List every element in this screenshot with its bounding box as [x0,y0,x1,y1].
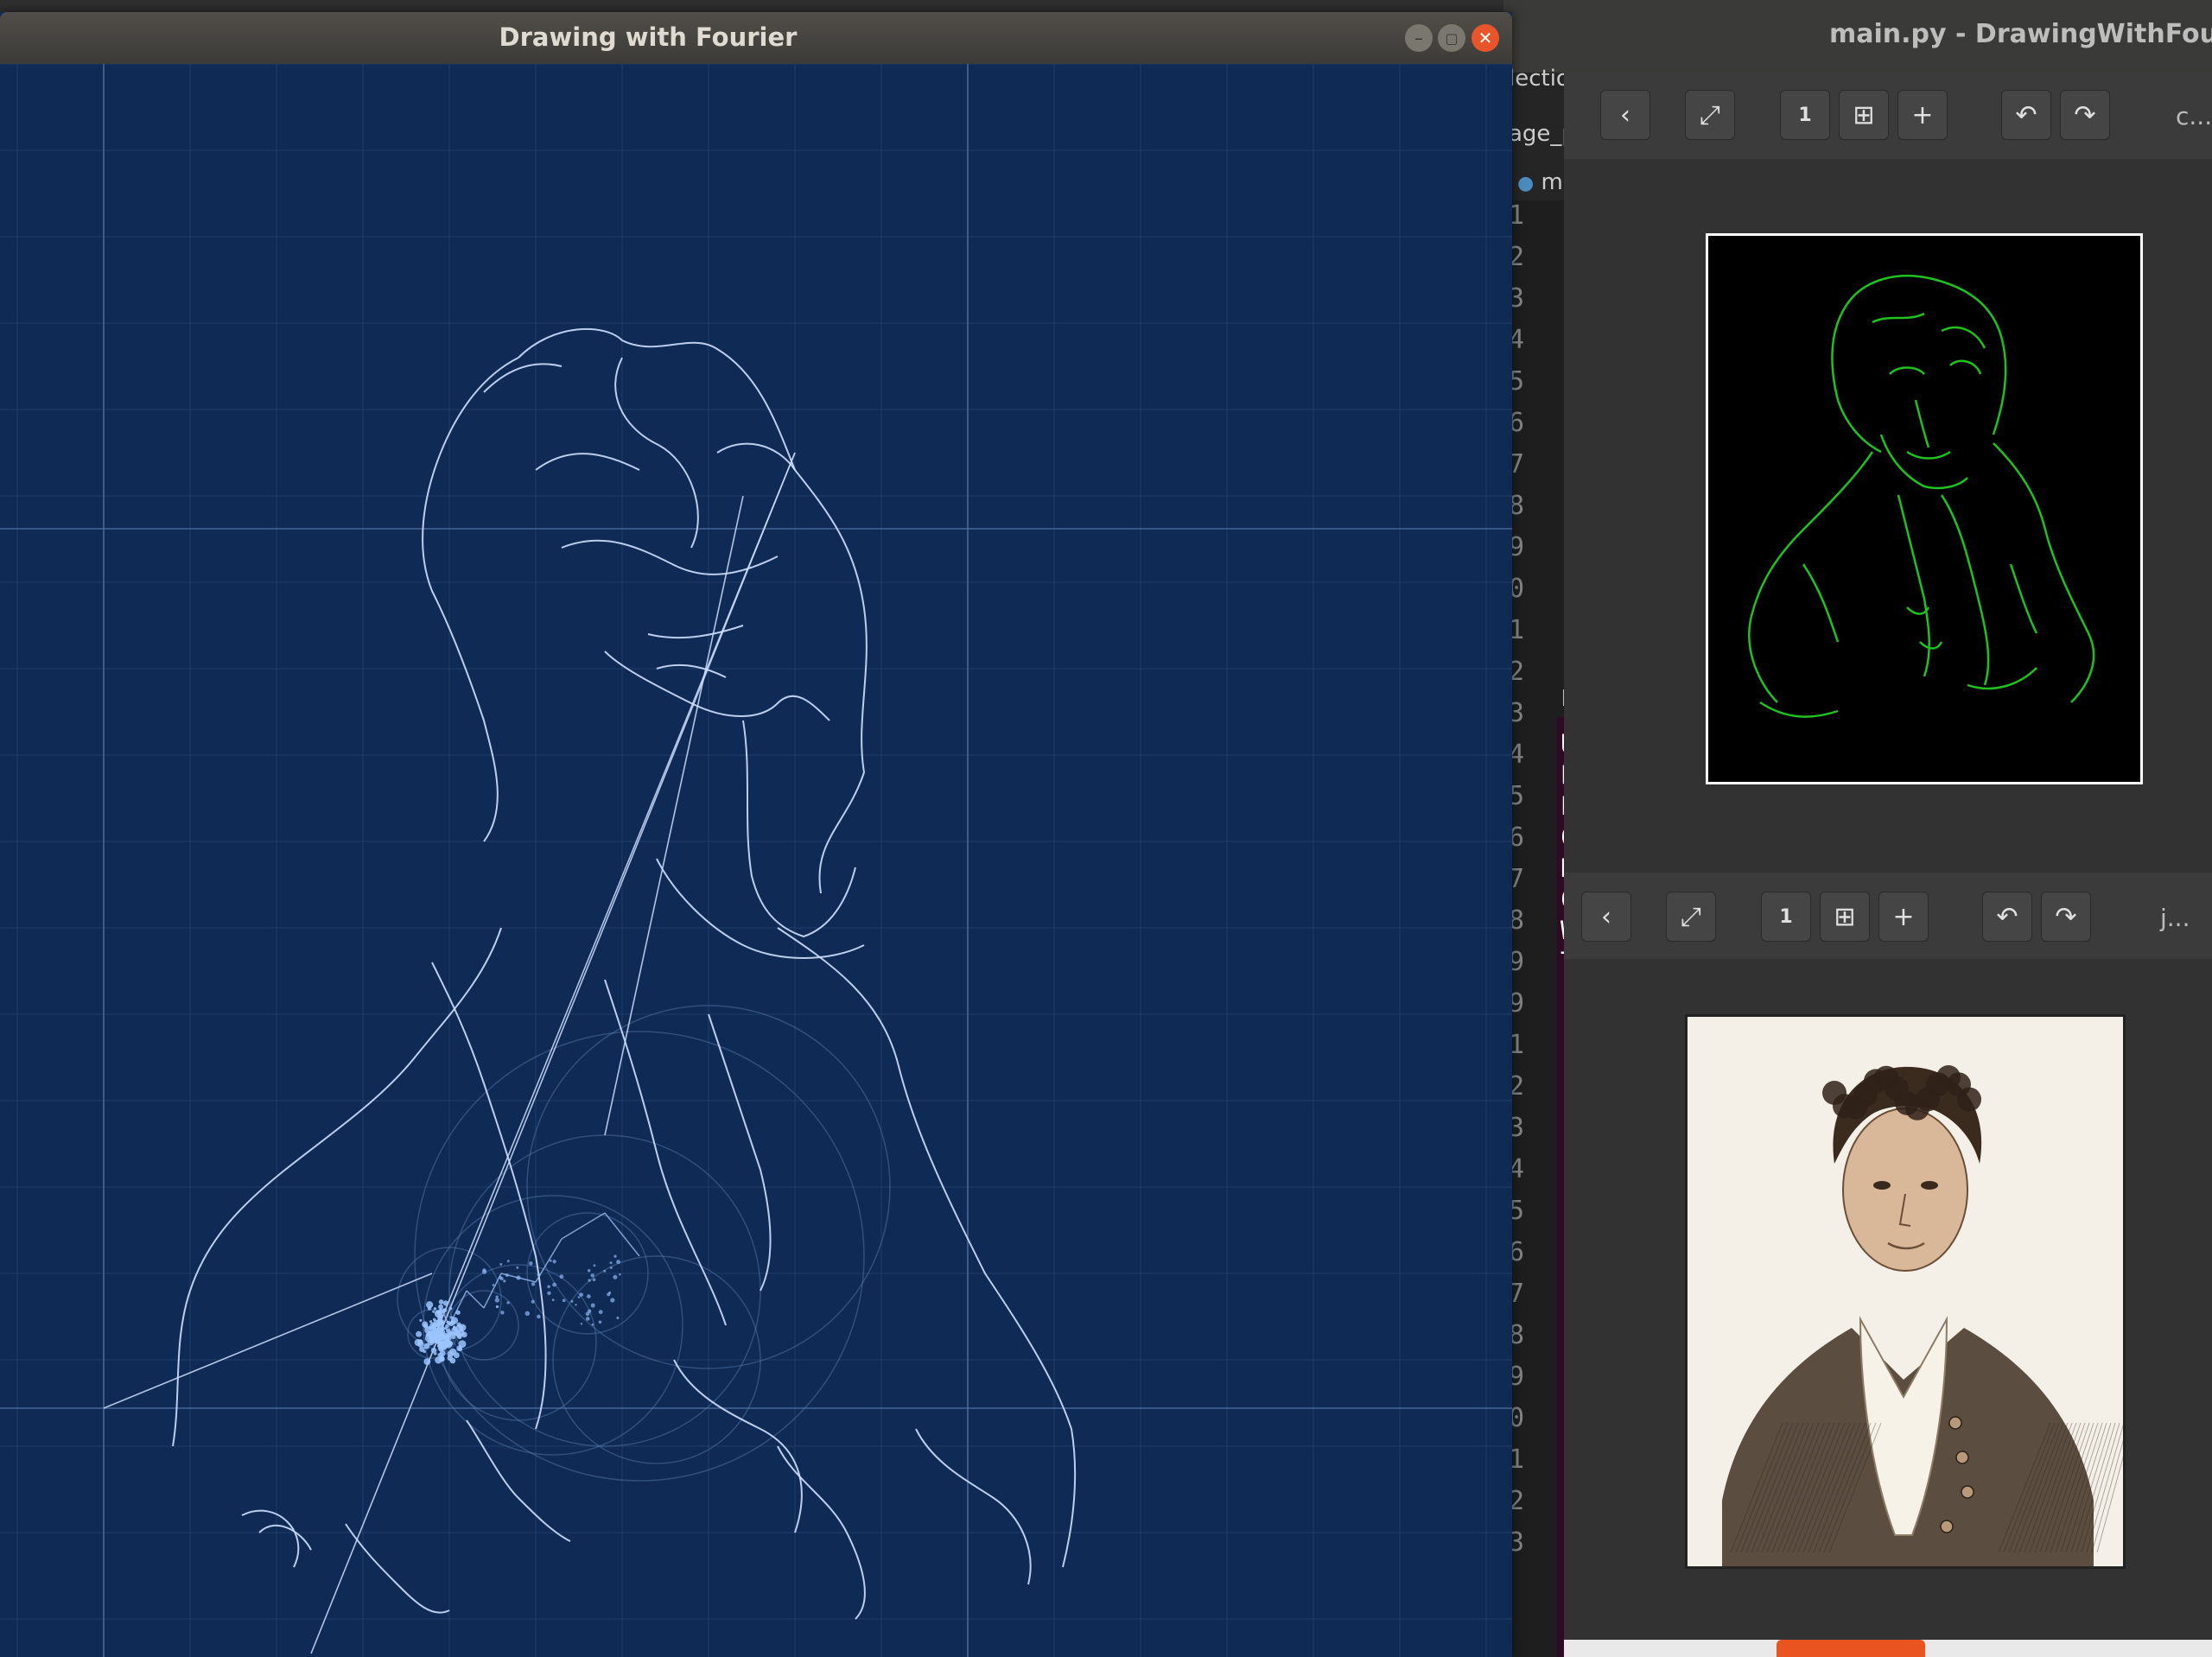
fit-icon: ⊞ [1853,99,1875,130]
fullscreen-button[interactable]: ⤢ [1666,892,1716,942]
edge-detected-portrait [1748,275,2095,718]
maximize-button[interactable]: ▢ [1438,24,1465,52]
expand-icon: ⤢ [1681,901,1701,932]
edge-image-frame [1706,233,2143,784]
maximize-icon: ▢ [1445,29,1459,47]
window-title: Drawing with Fourier [499,22,798,52]
face-shape [1842,1108,1968,1272]
hair-curl [1957,1087,1981,1112]
right-eye [1921,1181,1938,1190]
rotate-left-icon: ↶ [1996,901,2018,932]
portrait-engraving [1722,1065,2133,1566]
editor-titlebar: main.py - DrawingWithFourier - [1503,0,2212,73]
minimize-icon: – [1414,28,1423,48]
green-edge-lines [1748,275,2095,718]
editor-title: main.py - DrawingWithFourier - [1829,19,2212,49]
grid-lines [0,63,1512,1657]
fourier-traced-path [103,327,1077,1654]
plus-icon: + [1911,99,1934,130]
rotate-right-icon: ↷ [2055,901,2077,932]
viewer-bottom-bar [1564,1640,2212,1657]
rotate-left-icon: ↶ [2015,99,2037,130]
window-titlebar[interactable]: Drawing with Fourier – ▢ ✕ [0,12,1512,64]
pen-tip-cluster [414,1254,621,1366]
fit-icon: ⊞ [1834,901,1856,932]
coat-button [1948,1416,1962,1430]
minimize-button[interactable]: – [1405,24,1433,52]
zoom-fit-button[interactable]: ⊞ [1820,892,1870,942]
fourier-window: Drawing with Fourier – ▢ ✕ [0,12,1512,1657]
viewer-filename: j... [2160,904,2190,932]
viewer-toolbar: ‹ ⤢ 1 ⊞ + ↶ ↷ j... [1564,873,2212,959]
epicycle-circles [397,1005,891,1482]
plus-icon: + [1892,901,1915,932]
chevron-left-icon: ‹ [1601,901,1611,932]
orange-indicator [1777,1640,1925,1657]
zoom-one-button[interactable]: 1 [1761,892,1811,942]
back-button[interactable]: ‹ [1600,90,1650,140]
coat-button [1955,1451,1969,1464]
image-viewer-top: ‹ ⤢ 1 ⊞ + ↶ ↷ c... [1564,73,2212,873]
fullscreen-button[interactable]: ⤢ [1685,90,1735,140]
coat-button [1940,1520,1954,1533]
viewer-filename: c... [2176,102,2212,130]
fourier-drawing [0,63,1512,1657]
left-eye [1873,1181,1891,1190]
one-to-one-icon: 1 [1798,104,1812,126]
viewer-toolbar: ‹ ⤢ 1 ⊞ + ↶ ↷ c... [1564,73,2212,159]
rotate-left-button[interactable]: ↶ [2001,90,2051,140]
zoom-fit-button[interactable]: ⊞ [1839,90,1889,140]
zoom-one-button[interactable]: 1 [1780,90,1830,140]
zoom-in-button[interactable]: + [1897,90,1948,140]
zoom-in-button[interactable]: + [1878,892,1929,942]
expand-icon: ⤢ [1700,99,1720,130]
chevron-left-icon: ‹ [1620,99,1630,130]
close-icon: ✕ [1478,28,1493,48]
rotate-right-button[interactable]: ↷ [2060,90,2110,140]
rotate-left-button[interactable]: ↶ [1982,892,2032,942]
coat-button [1961,1485,1974,1499]
python-file-icon: ● [1517,173,1535,194]
close-button[interactable]: ✕ [1471,24,1499,52]
one-to-one-icon: 1 [1779,905,1793,928]
rotate-right-button[interactable]: ↷ [2041,892,2091,942]
back-button[interactable]: ‹ [1581,892,1631,942]
portrait-image-frame [1685,1014,2133,1569]
image-viewer-bottom: ‹ ⤢ 1 ⊞ + ↶ ↷ j... [1564,873,2212,1657]
fourier-canvas[interactable] [0,63,1512,1657]
rotate-right-icon: ↷ [2074,99,2096,130]
